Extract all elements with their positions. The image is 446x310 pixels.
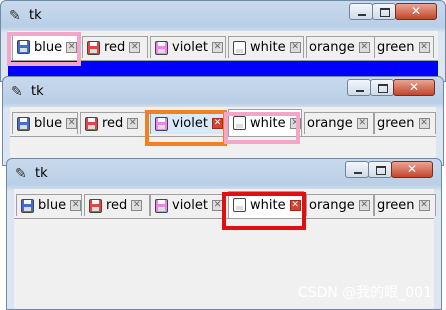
close-tab-icon[interactable]: ✕ — [70, 200, 82, 211]
highlight-box — [7, 32, 81, 66]
close-tab-icon[interactable]: ✕ — [211, 42, 223, 53]
tab-label: violet — [172, 198, 208, 213]
highlight-box — [224, 112, 300, 144]
close-tab-icon[interactable]: ✕ — [418, 200, 430, 211]
floppy-icon — [87, 40, 100, 55]
tab-label: red — [102, 116, 124, 131]
tab-label: red — [106, 198, 128, 213]
close-button[interactable]: ✕ — [391, 161, 433, 178]
tab-violet[interactable]: violet ✕ — [150, 194, 226, 216]
tab-label: green — [377, 40, 415, 55]
tab-red[interactable]: red ✕ — [84, 194, 150, 216]
title-bar[interactable]: ✎ tk ✕ — [1, 1, 445, 31]
tab-green[interactable]: green ✕ — [374, 36, 434, 58]
tab-label: orange — [309, 198, 355, 213]
tab-green[interactable]: green ✕ — [374, 194, 436, 216]
title-bar[interactable]: ✎ tk ✕ — [7, 159, 441, 189]
window-title: tk — [31, 84, 44, 99]
tab-label: white — [250, 40, 286, 55]
tab-label: green — [377, 198, 415, 213]
floppy-icon — [155, 198, 168, 213]
tab-label: orange — [309, 40, 355, 55]
maximize-button[interactable] — [372, 3, 396, 20]
tab-orange[interactable]: orange ✕ — [306, 36, 376, 58]
feather-icon: ✎ — [11, 84, 23, 100]
tab-label: red — [104, 40, 126, 55]
floppy-icon — [17, 116, 30, 131]
minimize-button[interactable] — [345, 161, 369, 178]
window-title: tk — [35, 166, 48, 181]
tab-label: orange — [307, 116, 353, 131]
close-tab-icon[interactable]: ✕ — [127, 118, 139, 129]
close-tab-icon[interactable]: ✕ — [418, 118, 430, 129]
maximize-button[interactable] — [370, 79, 394, 96]
floppy-icon — [21, 198, 34, 213]
close-tab-icon[interactable]: ✕ — [129, 42, 141, 53]
close-button[interactable]: ✕ — [395, 3, 437, 20]
tab-red[interactable]: red ✕ — [80, 112, 146, 134]
tab-green[interactable]: green ✕ — [374, 112, 436, 134]
tab-orange[interactable]: orange ✕ — [306, 194, 374, 216]
tab-label: violet — [172, 40, 208, 55]
floppy-icon — [85, 116, 98, 131]
floppy-icon — [155, 40, 168, 55]
floppy-icon — [89, 198, 102, 213]
close-tab-icon[interactable]: ✕ — [356, 118, 368, 129]
watermark: CSDN @我的眼_001 — [297, 285, 432, 301]
feather-icon: ✎ — [9, 8, 21, 24]
highlight-box — [145, 110, 227, 146]
tab-red[interactable]: red ✕ — [82, 36, 148, 58]
highlight-box — [222, 192, 306, 230]
close-tab-icon[interactable]: ✕ — [418, 42, 430, 53]
close-tab-icon[interactable]: ✕ — [358, 42, 370, 53]
maximize-button[interactable] — [368, 161, 392, 178]
floppy-icon — [233, 40, 246, 55]
minimize-button[interactable] — [347, 79, 371, 96]
tab-violet[interactable]: violet ✕ — [150, 36, 226, 58]
minimize-button[interactable] — [349, 3, 373, 20]
tk-window-1: ✎ tk ✕ blue ✕ red ✕ violet ✕ white ✕ ora… — [0, 0, 446, 82]
window-title: tk — [29, 8, 42, 23]
tab-blue[interactable]: blue ✕ — [16, 194, 82, 216]
close-tab-icon[interactable]: ✕ — [131, 200, 143, 211]
close-tab-icon[interactable]: ✕ — [66, 118, 78, 129]
tk-window-2: ✎ tk ✕ blue ✕ red ✕ violet ✕ white ✕ ora… — [2, 76, 444, 166]
title-bar[interactable]: ✎ tk ✕ — [3, 77, 443, 107]
tab-orange[interactable]: orange ✕ — [304, 112, 374, 134]
feather-icon: ✎ — [15, 166, 27, 182]
close-tab-icon[interactable]: ✕ — [289, 42, 301, 53]
tab-blue[interactable]: blue ✕ — [12, 112, 78, 134]
tab-white[interactable]: white ✕ — [228, 36, 304, 58]
tab-label: green — [377, 116, 415, 131]
close-tab-icon[interactable]: ✕ — [358, 200, 370, 211]
tab-label: blue — [34, 116, 63, 131]
tab-label: blue — [38, 198, 67, 213]
close-button[interactable]: ✕ — [393, 79, 435, 96]
